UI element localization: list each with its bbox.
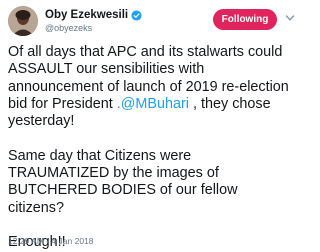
verified-badge-icon (131, 10, 142, 21)
author-name[interactable]: Oby Ezekwesili (45, 9, 128, 22)
author-handle[interactable]: @obyezeks (45, 23, 92, 34)
tweet-card: Oby Ezekwesili @obyezeks Following Of al… (0, 0, 300, 251)
chevron-down-icon[interactable] (285, 13, 295, 23)
following-button[interactable]: Following (213, 9, 277, 30)
author-name-line[interactable]: Oby Ezekwesili (45, 9, 142, 22)
tweet-paragraph-1: Of all days that APC and its stalwarts c… (8, 44, 296, 130)
tweet-paragraph-2: Same day that Citizens were TRAUMATIZED … (8, 147, 238, 216)
avatar[interactable] (8, 6, 38, 36)
tweet-text: Of all days that APC and its stalwarts c… (8, 44, 296, 252)
following-button-label: Following (221, 14, 269, 25)
avatar-image (8, 6, 38, 36)
mention-link[interactable]: .@MBuhari (117, 96, 189, 112)
tweet-timestamp[interactable]: 12:29 AM - 4 Jan 2018 (8, 236, 94, 246)
